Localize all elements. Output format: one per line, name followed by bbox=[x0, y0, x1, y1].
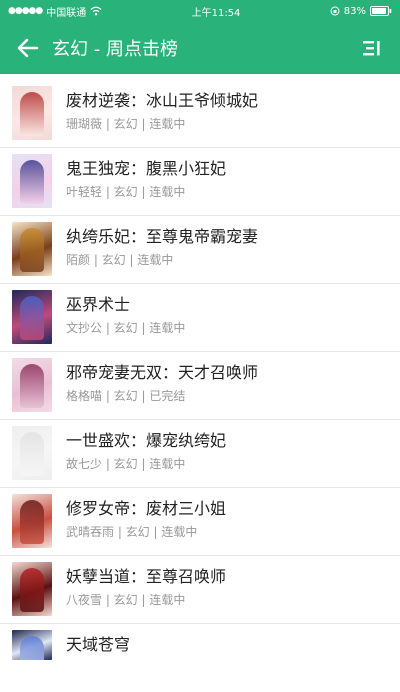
book-item[interactable]: 修罗女帝：废材三小姐武晴吞雨 | 玄幻 | 连载中 bbox=[0, 488, 400, 556]
book-title: 妖孽当道：至尊召唤师 bbox=[66, 567, 227, 586]
wifi-icon bbox=[90, 6, 102, 16]
status-left: ●●●●● 中国联通 bbox=[8, 4, 102, 19]
book-list: 废材逆袭：冰山王爷倾城妃珊瑚薇 | 玄幻 | 连载中 鬼王独宠：腹黑小狂妃叶轻轻… bbox=[0, 80, 400, 692]
book-cover bbox=[12, 154, 52, 208]
book-title: 纨绔乐妃：至尊鬼帝霸宠妻 bbox=[66, 227, 259, 246]
book-item[interactable]: 一世盛欢：爆宠纨绔妃故七少 | 玄幻 | 连载中 bbox=[0, 420, 400, 488]
signal-strength-icon: ●●●●● bbox=[8, 6, 43, 16]
book-title: 巫界术士 bbox=[66, 295, 131, 314]
cover-illustration bbox=[20, 364, 44, 408]
book-title: 鬼王独宠：腹黑小狂妃 bbox=[66, 159, 227, 178]
book-cover bbox=[12, 562, 52, 616]
cover-illustration bbox=[20, 500, 44, 544]
battery-percent: 83% bbox=[343, 5, 366, 17]
book-title: 邪帝宠妻无双：天才召唤师 bbox=[66, 363, 259, 382]
page-title: 玄幻 - 周点击榜 bbox=[52, 39, 178, 60]
book-cover bbox=[12, 630, 52, 660]
cover-illustration bbox=[20, 160, 44, 204]
book-meta: 格格喵 | 玄幻 | 已完结 bbox=[66, 389, 186, 403]
battery-icon bbox=[369, 6, 392, 16]
book-item[interactable]: 纨绔乐妃：至尊鬼帝霸宠妻陌颜 | 玄幻 | 连载中 bbox=[0, 216, 400, 284]
cover-illustration bbox=[20, 568, 44, 612]
book-item[interactable]: 鬼王独宠：腹黑小狂妃叶轻轻 | 玄幻 | 连载中 bbox=[0, 148, 400, 216]
book-meta: 叶轻轻 | 玄幻 | 连载中 bbox=[66, 185, 186, 199]
book-meta: 珊瑚薇 | 玄幻 | 连载中 bbox=[66, 117, 186, 131]
book-cover bbox=[12, 426, 52, 480]
rotation-lock-icon bbox=[330, 6, 340, 16]
cover-illustration bbox=[20, 432, 44, 476]
book-item[interactable]: 废材逆袭：冰山王爷倾城妃珊瑚薇 | 玄幻 | 连载中 bbox=[0, 80, 400, 148]
book-cover bbox=[12, 222, 52, 276]
status-bar: ●●●●● 中国联通 上午11:54 83% bbox=[0, 0, 400, 22]
book-title: 废材逆袭：冰山王爷倾城妃 bbox=[66, 91, 259, 110]
book-cover bbox=[12, 290, 52, 344]
book-cover bbox=[12, 86, 52, 140]
book-title: 天域苍穹 bbox=[66, 635, 131, 654]
nav-bar: 玄幻 - 周点击榜 bbox=[0, 22, 400, 74]
book-item[interactable]: 天域苍穹 bbox=[0, 624, 400, 692]
book-meta: 文抄公 | 玄幻 | 连载中 bbox=[66, 321, 186, 335]
book-cover bbox=[12, 358, 52, 412]
carrier-label: 中国联通 bbox=[46, 7, 87, 19]
list-menu-icon bbox=[363, 41, 380, 56]
book-meta: 八夜雪 | 玄幻 | 连载中 bbox=[66, 593, 186, 607]
book-item[interactable]: 巫界术士文抄公 | 玄幻 | 连载中 bbox=[0, 284, 400, 352]
cover-illustration bbox=[20, 92, 44, 136]
book-item[interactable]: 妖孽当道：至尊召唤师八夜雪 | 玄幻 | 连载中 bbox=[0, 556, 400, 624]
arrow-left-icon bbox=[17, 38, 39, 58]
book-meta: 武晴吞雨 | 玄幻 | 连载中 bbox=[66, 525, 198, 539]
book-meta: 故七少 | 玄幻 | 连载中 bbox=[66, 457, 186, 471]
book-title: 一世盛欢：爆宠纨绔妃 bbox=[66, 431, 227, 450]
book-item[interactable]: 邪帝宠妻无双：天才召唤师格格喵 | 玄幻 | 已完结 bbox=[0, 352, 400, 420]
cover-illustration bbox=[20, 636, 44, 660]
cover-illustration bbox=[20, 296, 44, 340]
cover-illustration bbox=[20, 228, 44, 272]
status-right: 83% bbox=[330, 6, 392, 17]
menu-button[interactable] bbox=[354, 30, 390, 66]
back-button[interactable] bbox=[10, 30, 46, 66]
status-time: 上午11:54 bbox=[191, 7, 241, 19]
book-cover bbox=[12, 494, 52, 548]
book-meta: 陌颜 | 玄幻 | 连载中 bbox=[66, 253, 174, 267]
book-title: 修罗女帝：废材三小姐 bbox=[66, 499, 227, 518]
